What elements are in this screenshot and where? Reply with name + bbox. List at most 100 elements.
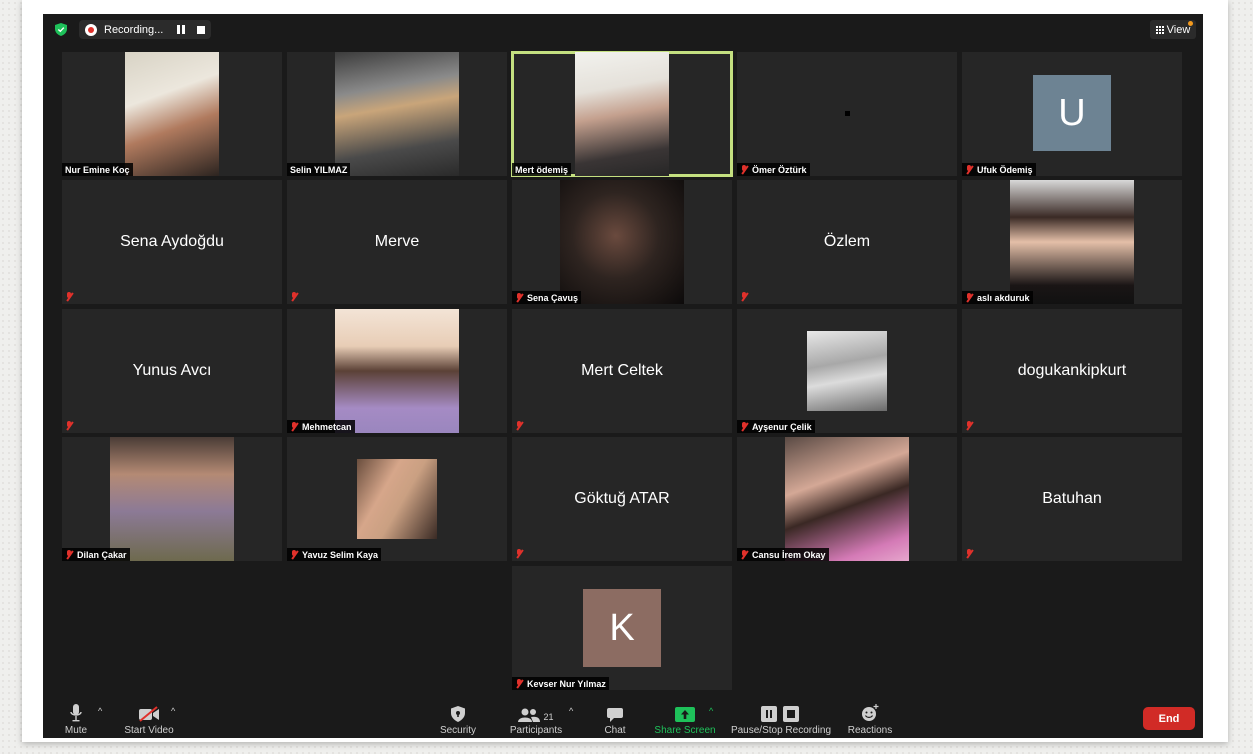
participant-video <box>335 52 459 176</box>
muted-mic-icon <box>965 549 973 559</box>
participant-name-label: Ömer Öztürk <box>737 163 810 176</box>
chevron-up-icon[interactable]: ^ <box>569 706 573 716</box>
participant-tile[interactable]: Ömer Öztürk <box>737 52 957 176</box>
participant-tile[interactable]: Mehmetcan <box>287 309 507 433</box>
muted-mic-icon <box>740 421 748 432</box>
share-screen-icon <box>653 702 717 722</box>
participant-name: Sena Aydoğdu <box>120 233 224 250</box>
muted-mic-icon <box>515 292 523 303</box>
participant-name-label: Ayşenur Çelik <box>737 420 815 433</box>
participant-tile-active-speaker[interactable]: Mert ödemiş <box>511 51 733 177</box>
participant-tile[interactable]: Yunus Avcı <box>62 309 282 433</box>
chevron-up-icon[interactable]: ^ <box>98 706 102 716</box>
participant-tile[interactable]: Göktuğ ATAR <box>512 437 732 561</box>
end-meeting-button[interactable]: End <box>1143 707 1195 730</box>
share-screen-label: Share Screen <box>654 725 716 736</box>
participant-tile[interactable]: U Ufuk Ödemiş <box>962 52 1182 176</box>
participant-tile[interactable]: dogukankipkurt <box>962 309 1182 433</box>
chat-label: Chat <box>604 725 626 736</box>
muted-mic-icon <box>515 421 523 431</box>
mute-button[interactable]: Mute <box>56 702 96 736</box>
encryption-shield-icon[interactable] <box>55 23 67 36</box>
muted-mic-icon <box>290 292 298 302</box>
participants-label: Participants <box>509 725 563 736</box>
participant-name-label: Mert ödemiş <box>512 163 572 176</box>
pause-stop-recording-button[interactable]: Pause/Stop Recording <box>729 702 833 736</box>
participant-video <box>125 52 219 176</box>
participant-tile[interactable]: Sena Çavuş <box>512 180 732 304</box>
participant-tile[interactable]: Ayşenur Çelik <box>737 309 957 433</box>
participant-name-label: Dilan Çakar <box>62 548 130 561</box>
participant-tile[interactable]: Özlem <box>737 180 957 304</box>
participant-tile[interactable]: Yavuz Selim Kaya <box>287 437 507 561</box>
shield-icon <box>433 702 483 722</box>
security-label: Security <box>439 725 477 736</box>
participant-name-label: Nur Emine Koç <box>62 163 133 176</box>
participant-name: Özlem <box>823 233 871 250</box>
participant-name-label: Cansu İrem Okay <box>737 548 829 561</box>
participant-name: Göktuğ ATAR <box>574 490 670 507</box>
participant-tile[interactable]: K Kevser Nur Yılmaz <box>512 566 732 690</box>
security-button[interactable]: Security <box>433 702 483 736</box>
participant-tile[interactable]: Cansu İrem Okay <box>737 437 957 561</box>
grid-icon <box>1155 25 1164 34</box>
muted-mic-icon <box>965 164 973 175</box>
participant-tile[interactable]: Merve <box>287 180 507 304</box>
recording-controls-icon <box>729 702 833 722</box>
participant-video <box>845 111 850 116</box>
participant-tile[interactable]: Sena Aydoğdu <box>62 180 282 304</box>
participant-name-label: Mehmetcan <box>287 420 355 433</box>
muted-mic-icon <box>515 549 523 559</box>
participants-icon: 21 <box>506 702 566 722</box>
participant-profile-photo <box>807 331 887 411</box>
start-video-label: Start Video <box>124 725 174 736</box>
participant-video <box>575 52 669 176</box>
muted-mic-icon <box>740 164 748 175</box>
participant-name-label: Sena Çavuş <box>512 291 582 304</box>
participant-name: Merve <box>374 233 420 250</box>
recording-indicator: Recording... <box>79 20 211 39</box>
participant-profile-photo <box>357 459 437 539</box>
participant-name: Yunus Avcı <box>132 362 212 379</box>
recording-label: Pause/Stop Recording <box>730 725 832 736</box>
participant-name-label: Kevser Nur Yılmaz <box>512 677 609 690</box>
participants-button[interactable]: 21 Participants <box>506 702 566 736</box>
chevron-up-icon[interactable]: ^ <box>171 706 175 716</box>
muted-mic-icon <box>740 549 748 560</box>
muted-mic-icon <box>65 549 73 560</box>
participant-name: Batuhan <box>1042 490 1102 507</box>
participant-video <box>785 437 909 561</box>
participant-tile[interactable]: aslı akduruk <box>962 180 1182 304</box>
muted-mic-icon <box>65 292 73 302</box>
share-screen-button[interactable]: Share Screen <box>653 702 717 736</box>
participant-name-label: Ufuk Ödemiş <box>962 163 1036 176</box>
participant-video <box>1010 180 1134 304</box>
recording-label: Recording... <box>104 23 164 36</box>
participant-tile[interactable]: Mert Celtek <box>512 309 732 433</box>
reactions-button[interactable]: Reactions <box>845 702 895 736</box>
chevron-up-icon[interactable]: ^ <box>709 706 713 716</box>
participant-tile[interactable]: Batuhan <box>962 437 1182 561</box>
muted-mic-icon <box>290 421 298 432</box>
participant-video <box>560 180 684 304</box>
reactions-label: Reactions <box>847 725 893 736</box>
mute-label: Mute <box>64 725 88 736</box>
participant-video <box>335 309 459 433</box>
meeting-toolbar: Mute ^ Start Video ^ Security 21 Partici… <box>43 698 1203 738</box>
reactions-smiley-icon <box>845 702 895 722</box>
notification-dot <box>1188 21 1193 26</box>
pause-recording-icon[interactable] <box>177 25 187 34</box>
participant-tile[interactable]: Dilan Çakar <box>62 437 282 561</box>
chat-button[interactable]: Chat <box>597 702 633 736</box>
stop-recording-icon[interactable] <box>197 25 206 34</box>
view-button[interactable]: View <box>1150 20 1196 39</box>
zoom-meeting-window: Recording... View Nur Emine Koç Selin YI… <box>43 14 1203 738</box>
participant-video <box>110 437 234 561</box>
record-icon <box>85 23 97 36</box>
muted-mic-icon <box>515 678 523 689</box>
participant-tile[interactable]: Selin YILMAZ <box>287 52 507 176</box>
muted-mic-icon <box>740 292 748 302</box>
participant-name-label: Selin YILMAZ <box>287 163 351 176</box>
participants-count: 21 <box>543 712 554 722</box>
participant-tile[interactable]: Nur Emine Koç <box>62 52 282 176</box>
